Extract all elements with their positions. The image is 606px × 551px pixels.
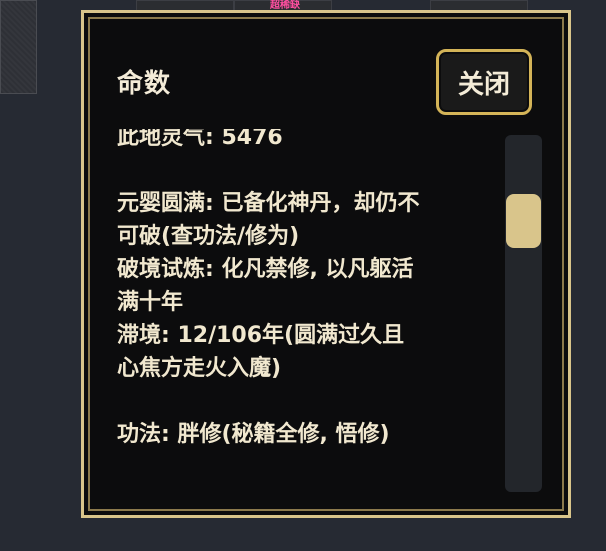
content-line: 功法: 胖修(秘籍全修, 悟修): [117, 422, 390, 447]
dialog-title: 命数: [117, 69, 172, 99]
fate-dialog: 命数 关闭 此地灵气: 5476 元婴圆满: 已备化神丹，却仍不 可破(查功法/…: [81, 10, 571, 518]
content-line: 元婴圆满: 已备化神丹，却仍不: [117, 191, 420, 216]
content-line: 此地灵气: 5476: [117, 129, 283, 150]
content-line: 可破(查功法/修为): [117, 224, 300, 249]
content-line: 滞境: 12/106年(圆满过久且: [117, 323, 405, 348]
dialog-content: 此地灵气: 5476 元婴圆满: 已备化神丹，却仍不 可破(查功法/修为) 破境…: [117, 129, 487, 451]
close-button[interactable]: 关闭: [436, 49, 532, 115]
background-tile: [0, 0, 37, 94]
content-line: 破境试炼: 化凡禁修, 以凡躯活: [117, 257, 414, 282]
content-line: 心焦方走火入魔): [117, 356, 282, 381]
content-line: 满十年: [117, 290, 184, 315]
scrollbar-track[interactable]: [505, 135, 542, 492]
dialog-content-viewport[interactable]: 此地灵气: 5476 元婴圆满: 已备化神丹，却仍不 可破(查功法/修为) 破境…: [117, 129, 487, 491]
scrollbar-thumb[interactable]: [506, 194, 541, 248]
